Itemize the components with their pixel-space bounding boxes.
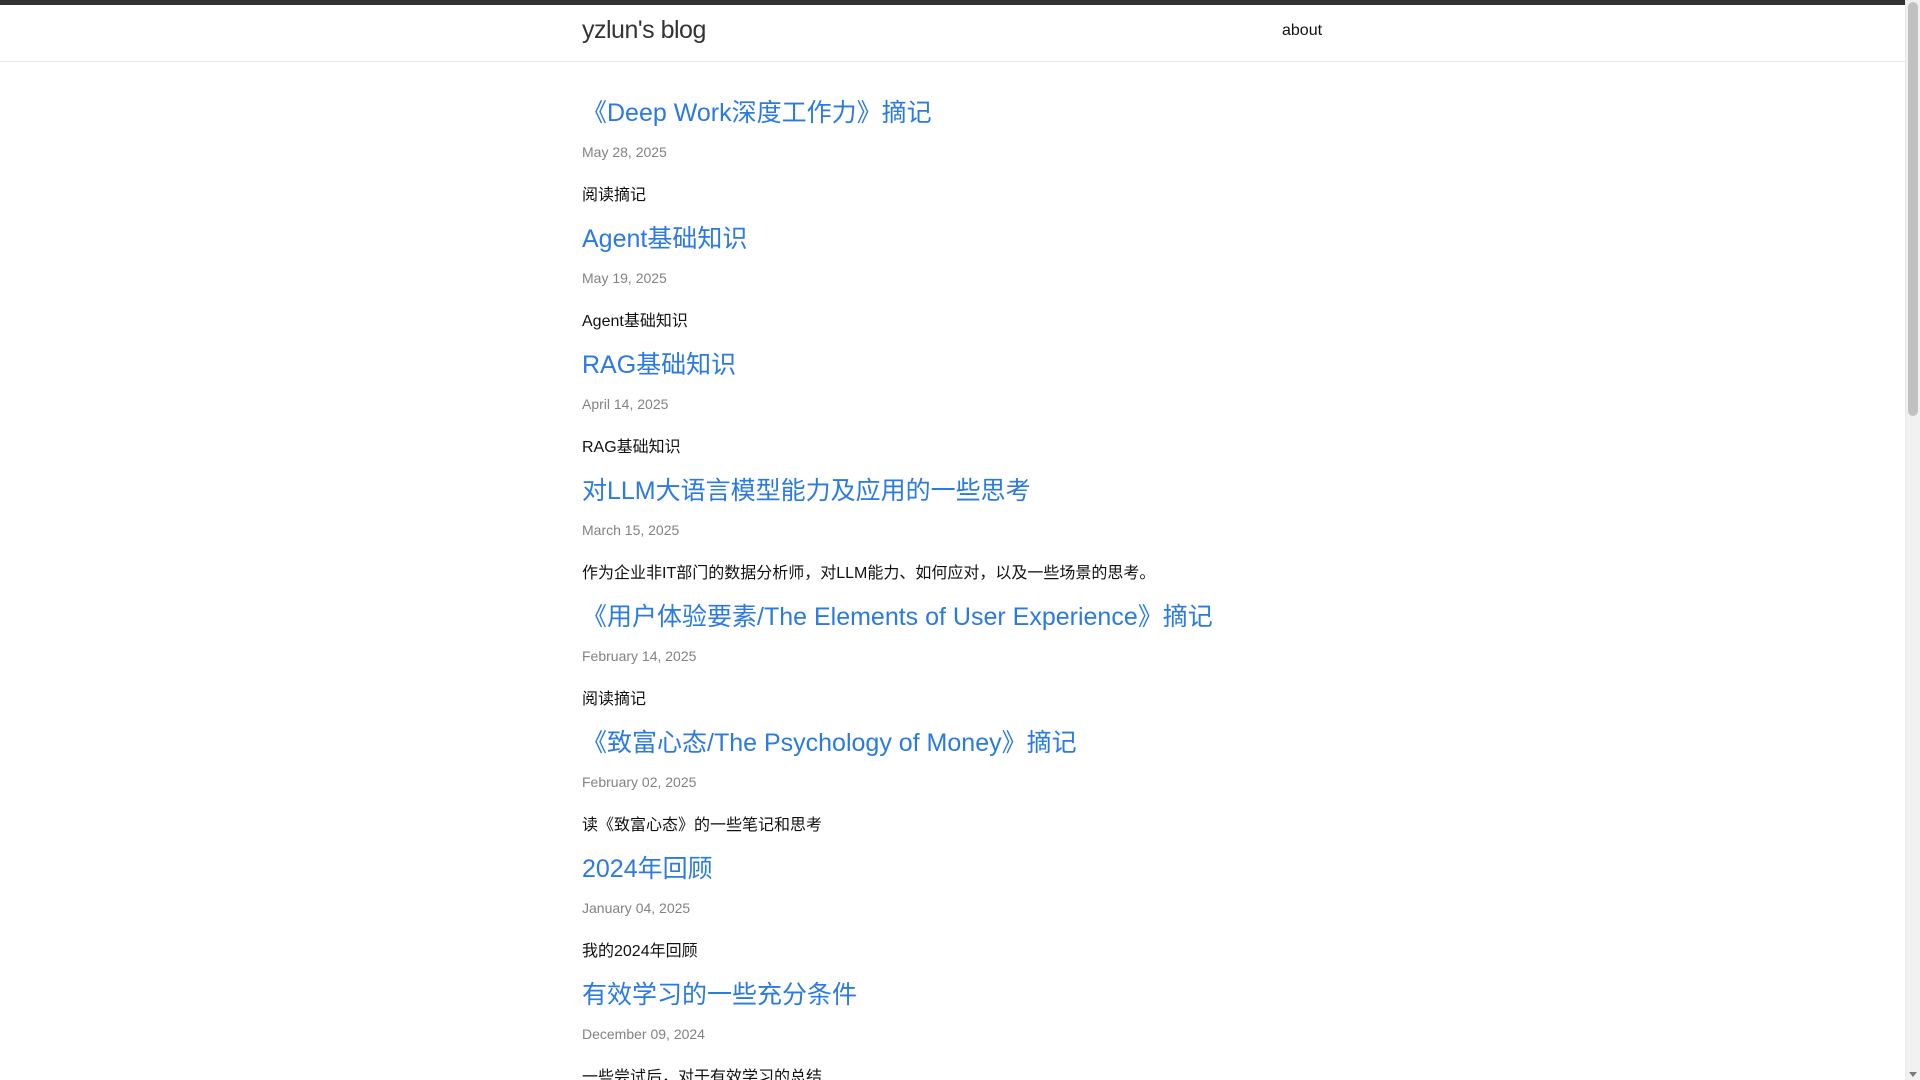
- post-item: 有效学习的一些充分条件 December 09, 2024 一些尝试后，对于有效…: [582, 972, 1342, 1080]
- post-item: 《致富心态/The Psychology of Money》摘记 Februar…: [582, 720, 1342, 846]
- scroll-down-arrow-icon[interactable]: [1909, 1072, 1917, 1077]
- vertical-scrollbar[interactable]: [1905, 0, 1920, 1080]
- post-excerpt: RAG基础知识: [582, 439, 681, 456]
- site-header: yzlun's blog about: [0, 5, 1906, 62]
- post-excerpt: Agent基础知识: [582, 313, 688, 330]
- post-title-link[interactable]: 《Deep Work深度工作力》摘记: [582, 93, 932, 129]
- scrollbar-thumb[interactable]: [1908, 2, 1918, 416]
- post-excerpt: 一些尝试后，对于有效学习的总结: [582, 1069, 823, 1080]
- post-title-link[interactable]: 《用户体验要素/The Elements of User Experience》…: [582, 597, 1213, 633]
- post-excerpt: 我的2024年回顾: [582, 943, 698, 960]
- post-date: December 09, 2024: [582, 1026, 705, 1042]
- post-item: Agent基础知识 May 19, 2025 Agent基础知识: [582, 216, 1342, 342]
- post-title-link[interactable]: 对LLM大语言模型能力及应用的一些思考: [582, 471, 1031, 507]
- post-item: RAG基础知识 April 14, 2025 RAG基础知识: [582, 342, 1342, 468]
- post-item: 《Deep Work深度工作力》摘记 May 28, 2025 阅读摘记: [582, 90, 1342, 216]
- post-item: 《用户体验要素/The Elements of User Experience》…: [582, 594, 1342, 720]
- post-date: January 04, 2025: [582, 900, 691, 916]
- post-list: 《Deep Work深度工作力》摘记 May 28, 2025 阅读摘记 Age…: [582, 90, 1342, 1080]
- post-title-link[interactable]: 有效学习的一些充分条件: [582, 975, 857, 1011]
- post-date: February 14, 2025: [582, 648, 697, 664]
- post-item: 2024年回顾 January 04, 2025 我的2024年回顾: [582, 846, 1342, 972]
- post-excerpt: 阅读摘记: [582, 691, 647, 708]
- post-excerpt: 作为企业非IT部门的数据分析师，对LLM能力、如何应对，以及一些场景的思考。: [582, 565, 1156, 582]
- post-title-link[interactable]: Agent基础知识: [582, 219, 747, 255]
- post-date: February 02, 2025: [582, 774, 697, 790]
- page: yzlun's blog about 《Deep Work深度工作力》摘记 Ma…: [0, 0, 1920, 1080]
- site-title-link[interactable]: yzlun's blog: [582, 16, 706, 45]
- post-excerpt: 阅读摘记: [582, 187, 647, 204]
- post-title-link[interactable]: 《致富心态/The Psychology of Money》摘记: [582, 723, 1077, 759]
- post-date: April 14, 2025: [582, 396, 669, 412]
- post-item: 对LLM大语言模型能力及应用的一些思考 March 15, 2025 作为企业非…: [582, 468, 1342, 594]
- post-title-link[interactable]: 2024年回顾: [582, 849, 713, 885]
- post-excerpt: 读《致富心态》的一些笔记和思考: [582, 817, 823, 834]
- post-date: May 28, 2025: [582, 144, 667, 160]
- post-title-link[interactable]: RAG基础知识: [582, 345, 736, 381]
- post-date: May 19, 2025: [582, 270, 667, 286]
- post-date: March 15, 2025: [582, 522, 680, 538]
- nav-about-link[interactable]: about: [1282, 22, 1322, 40]
